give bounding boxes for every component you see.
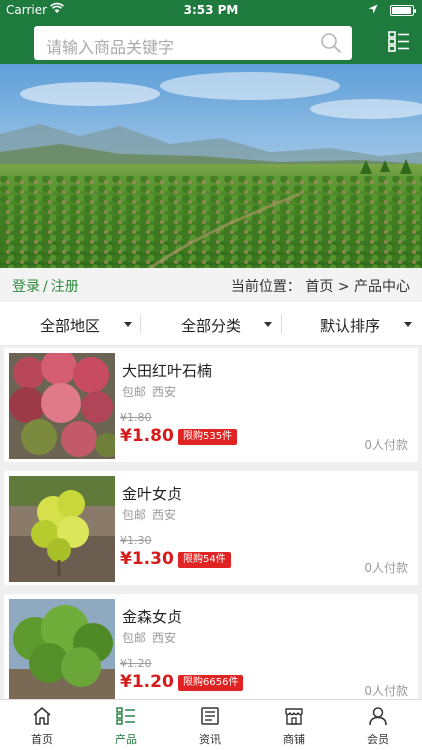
product-price: ¥1.20 — [120, 672, 174, 692]
chevron-down-icon — [124, 322, 132, 327]
jinsen-privet-image — [9, 599, 115, 705]
product-image[interactable] — [9, 599, 115, 705]
search-box[interactable]: 请输入商品关键字 — [34, 26, 352, 60]
chevron-down-icon — [264, 322, 272, 327]
tab-news[interactable]: 资讯 — [168, 700, 252, 750]
tab-home-label: 首页 — [31, 733, 53, 746]
search-placeholder[interactable]: 请输入商品关键字 — [46, 34, 174, 58]
product-location: 西安 — [152, 508, 177, 522]
breadcrumb: 当前位置： 首页 > 产品中心 — [231, 276, 410, 296]
product-image[interactable] — [9, 353, 115, 459]
product-shipping: 包邮 — [122, 385, 147, 399]
paid-count: 0人付款 — [364, 561, 408, 575]
tab-store[interactable]: 商铺 — [252, 700, 336, 750]
purchase-limit-badge: 限购535件 — [178, 429, 238, 445]
product-price: ¥1.80 — [120, 426, 174, 446]
product-meta: 包邮 西安 — [122, 629, 176, 646]
login-breadcrumb-bar: 登录 / 注册 当前位置： 首页 > 产品中心 — [0, 268, 422, 302]
product-shipping: 包邮 — [122, 631, 147, 645]
location-arrow-icon — [368, 4, 378, 14]
product-card[interactable]: 大田红叶石楠 包邮 西安 ¥1.80 ¥1.80 限购535件 0人付款 — [4, 348, 418, 462]
bottom-tab-bar: 首页 产品 资讯 商铺 会员 — [0, 699, 422, 750]
product-name[interactable]: 大田红叶石楠 — [122, 360, 212, 381]
product-image[interactable] — [9, 476, 115, 582]
news-icon — [201, 707, 219, 725]
product-name[interactable]: 金森女贞 — [122, 606, 182, 627]
tab-member-label: 会员 — [367, 733, 389, 746]
tab-products-label: 产品 — [115, 733, 137, 746]
product-name[interactable]: 金叶女贞 — [122, 483, 182, 504]
register-link[interactable]: 注册 — [51, 279, 79, 295]
tab-products[interactable]: 产品 — [84, 700, 168, 750]
banner-image[interactable] — [0, 64, 422, 268]
product-original-price: ¥1.20 — [120, 657, 152, 670]
red-leaf-photinia-image — [9, 353, 115, 459]
tab-member[interactable]: 会员 — [336, 700, 420, 750]
tab-store-label: 商铺 — [283, 733, 305, 746]
filter-category-label: 全部分类 — [181, 317, 242, 335]
search-icon[interactable] — [320, 32, 342, 54]
purchase-limit-badge: 限购6656件 — [178, 675, 244, 691]
filter-category[interactable]: 全部分类 — [141, 302, 281, 346]
golden-privet-image — [9, 476, 115, 582]
product-original-price: ¥1.30 — [120, 534, 152, 547]
product-location: 西安 — [152, 385, 177, 399]
home-icon — [33, 707, 51, 725]
filter-region-label: 全部地区 — [40, 317, 101, 335]
product-list-icon — [116, 707, 135, 725]
filter-region[interactable]: 全部地区 — [0, 302, 140, 346]
tab-news-label: 资讯 — [199, 733, 221, 746]
tab-home[interactable]: 首页 — [0, 700, 84, 750]
product-original-price: ¥1.80 — [120, 411, 152, 424]
top-bar: Carrier 3:53 PM 请输入商品关键字 — [0, 0, 422, 64]
product-card[interactable]: 金叶女贞 包邮 西安 ¥1.30 ¥1.30 限购54件 0人付款 — [4, 471, 418, 585]
product-card[interactable]: 金森女贞 包邮 西安 ¥1.20 ¥1.20 限购6656件 0人付款 — [4, 594, 418, 708]
breadcrumb-home[interactable]: 首页 — [305, 279, 333, 295]
auth-separator: / — [43, 279, 48, 295]
purchase-limit-badge: 限购54件 — [178, 552, 231, 568]
store-icon — [285, 708, 303, 725]
breadcrumb-current: 产品中心 — [354, 279, 410, 295]
filter-sort[interactable]: 默认排序 — [282, 302, 422, 346]
breadcrumb-arrow: > — [337, 279, 350, 295]
filter-sort-label: 默认排序 — [320, 317, 381, 335]
chevron-down-icon — [404, 322, 412, 327]
login-link[interactable]: 登录 — [12, 279, 40, 295]
product-shipping: 包邮 — [122, 508, 147, 522]
breadcrumb-prefix: 当前位置： — [230, 279, 301, 295]
product-meta: 包邮 西安 — [122, 506, 176, 523]
battery-icon — [390, 5, 416, 16]
paid-count: 0人付款 — [364, 684, 408, 698]
status-bar: Carrier 3:53 PM — [0, 0, 422, 20]
plantation-landscape-image — [0, 64, 422, 268]
list-menu-icon[interactable] — [388, 30, 410, 52]
member-icon — [369, 707, 387, 726]
paid-count: 0人付款 — [364, 438, 408, 452]
product-meta: 包邮 西安 — [122, 383, 176, 400]
auth-links: 登录 / 注册 — [12, 276, 79, 296]
product-location: 西安 — [152, 631, 177, 645]
filter-bar: 全部地区 全部分类 默认排序 — [0, 302, 422, 346]
status-time: 3:53 PM — [183, 3, 239, 17]
product-price: ¥1.30 — [120, 549, 174, 569]
